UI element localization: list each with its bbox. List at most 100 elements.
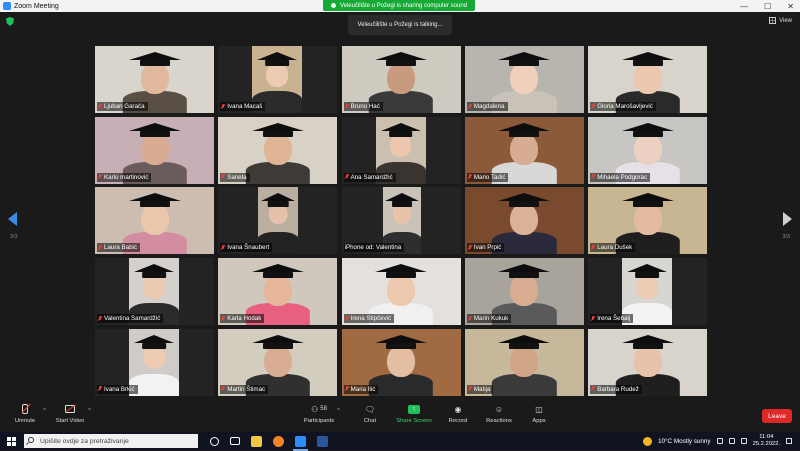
microphone-muted-icon [221, 315, 225, 322]
participant-face [633, 62, 662, 94]
participant-tile[interactable]: Laura Dušek [588, 187, 708, 255]
graduation-cap-board [621, 52, 674, 60]
participant-tile[interactable]: Magdalena [464, 46, 584, 113]
next-page-arrow-icon[interactable] [783, 212, 792, 226]
unmute-button[interactable]: Unmute ^ [0, 404, 50, 430]
start-video-button[interactable]: Start Video ^ [45, 404, 95, 430]
start-video-label: Start Video [55, 418, 85, 424]
participant-tile[interactable]: Matija [464, 328, 584, 396]
graduation-cap-icon [632, 60, 663, 66]
participant-tile[interactable]: Martin Štimac [218, 328, 338, 396]
security-shield-icon[interactable] [6, 17, 14, 26]
file-explorer-icon[interactable] [251, 435, 262, 447]
participant-tile[interactable]: Bruno Hać [341, 46, 461, 113]
participant-tile[interactable]: Karla Hodak [218, 258, 338, 326]
participant-tile[interactable]: Valentina Samardžić [95, 258, 214, 326]
participant-body [245, 161, 310, 184]
participant-tile[interactable]: Irena Stipčević [341, 258, 461, 326]
maximize-button[interactable]: ☐ [764, 2, 771, 11]
windows-start-icon[interactable] [7, 436, 16, 446]
graduation-cap-icon [262, 130, 293, 137]
participant-name: Marin Kukuk [473, 315, 509, 323]
graduation-cap-board [257, 52, 298, 60]
graduation-cap-board [498, 193, 551, 202]
weather-text[interactable]: 10°C Mostly sunny [658, 438, 711, 445]
taskbar-search-input[interactable]: Upišite ovdje za pretraživanje [24, 434, 198, 448]
weather-sun-icon[interactable] [643, 436, 653, 446]
graduation-cap-icon [509, 342, 540, 349]
participant-tile[interactable]: Marin Kukuk [464, 258, 584, 326]
participant-name-label: Ivana Šnaubert [220, 243, 273, 253]
word-icon[interactable] [317, 435, 328, 447]
participant-name-label: Mario Tadić [466, 172, 509, 182]
participant-tile[interactable]: Sanela [218, 116, 338, 184]
participant-tile[interactable]: Barbara Rudež [588, 328, 708, 396]
participant-tile[interactable]: Laura Babić [95, 187, 214, 255]
graduation-cap-icon [509, 60, 540, 66]
participant-name: Karla Hodak [227, 315, 262, 323]
participant-tile[interactable]: Irena Šebalj [588, 258, 708, 326]
apps-button[interactable]: ◫ Apps [514, 404, 564, 430]
network-icon[interactable] [716, 438, 723, 444]
participant-tile[interactable]: Maria Ilić [341, 328, 461, 396]
participant-name-label: Ivana Macaš [220, 102, 266, 111]
participant-name: Ivan Prpić [473, 244, 502, 252]
graduation-cap-icon [139, 201, 170, 208]
share-screen-label: Share Screen [396, 418, 432, 424]
participant-name: Ivana Šnaubert [227, 244, 270, 252]
sound-icon [330, 3, 336, 8]
participant-face [140, 132, 169, 165]
participant-name: Martin Štimac [227, 385, 266, 393]
taskbar-clock[interactable]: 11:04 25.2.2022. [753, 434, 780, 448]
participant-name: Ivana Brkić [104, 385, 135, 393]
leave-button[interactable]: Leave [762, 409, 792, 423]
minimize-button[interactable]: — [740, 2, 748, 11]
cortana-icon[interactable] [210, 436, 219, 446]
participant-name-label: Ana Samardžić [343, 172, 396, 182]
participant-tile[interactable]: Ana Samardžić [341, 116, 461, 184]
participant-tile[interactable]: iPhone od: Valentina [341, 187, 461, 255]
participant-tile[interactable]: Ivana Macaš [218, 46, 338, 113]
participant-tile[interactable]: Ivan Prpić [464, 187, 584, 255]
participant-name: Laura Babić [104, 244, 138, 252]
previous-page-arrow-icon[interactable] [8, 212, 17, 226]
firefox-icon[interactable] [273, 435, 284, 447]
participant-tile[interactable]: Mihaela Podgorac [588, 116, 708, 184]
participant-face [633, 203, 662, 236]
share-screen-button[interactable]: ↑ Share Screen [389, 404, 439, 430]
chat-button[interactable]: 🗨 Chat [345, 404, 395, 430]
graduation-cap-board [134, 264, 174, 273]
microphone-muted-icon [221, 174, 225, 180]
microphone-muted-icon [591, 244, 595, 251]
participants-count: 58 [320, 406, 327, 412]
view-button[interactable]: View [769, 17, 792, 24]
participant-tile[interactable]: Ljuban Garača [95, 46, 214, 113]
participant-face [633, 344, 662, 377]
participants-button[interactable]: ⚇ 58 Participants ^ [294, 404, 344, 430]
close-button[interactable]: ✕ [787, 2, 794, 11]
notifications-icon[interactable] [786, 438, 792, 444]
graduation-cap-icon [388, 130, 413, 137]
system-tray: 10°C Mostly sunny 11:04 25.2.2022. [643, 432, 792, 450]
microphone-muted-icon [98, 174, 102, 180]
participant-tile[interactable]: Mario Tadić [464, 116, 584, 184]
volume-icon[interactable] [728, 438, 735, 444]
task-view-icon[interactable] [230, 437, 240, 445]
participants-chevron-icon[interactable]: ^ [337, 408, 340, 414]
participant-name-label: Barbara Rudež [590, 384, 642, 394]
microphone-muted-icon [98, 315, 102, 322]
battery-icon[interactable] [740, 438, 747, 444]
microphone-muted-icon [345, 103, 349, 110]
sound-share-banner[interactable]: Veleučilište u Požegi is sharing compute… [323, 0, 475, 11]
video-options-chevron-icon[interactable]: ^ [88, 408, 91, 414]
participant-tile[interactable]: Gloria Marošavljević [588, 46, 708, 113]
zoom-taskbar-icon[interactable] [293, 435, 308, 451]
participants-icon: ⚇ 58 [311, 404, 327, 414]
participant-name-label: Sanela [220, 172, 250, 182]
participant-tile[interactable]: Ivana Brkić [95, 328, 214, 396]
participant-name-label: iPhone od: Valentina [343, 243, 405, 253]
participant-name-label: Laura Dušek [590, 243, 636, 253]
participant-tile[interactable]: Ivana Šnaubert [218, 187, 338, 255]
participant-tile[interactable]: Karlo martinović [95, 116, 214, 184]
meeting-controls-toolbar: Unmute ^ Start Video ^ ⚇ 58 Participants … [0, 401, 800, 432]
